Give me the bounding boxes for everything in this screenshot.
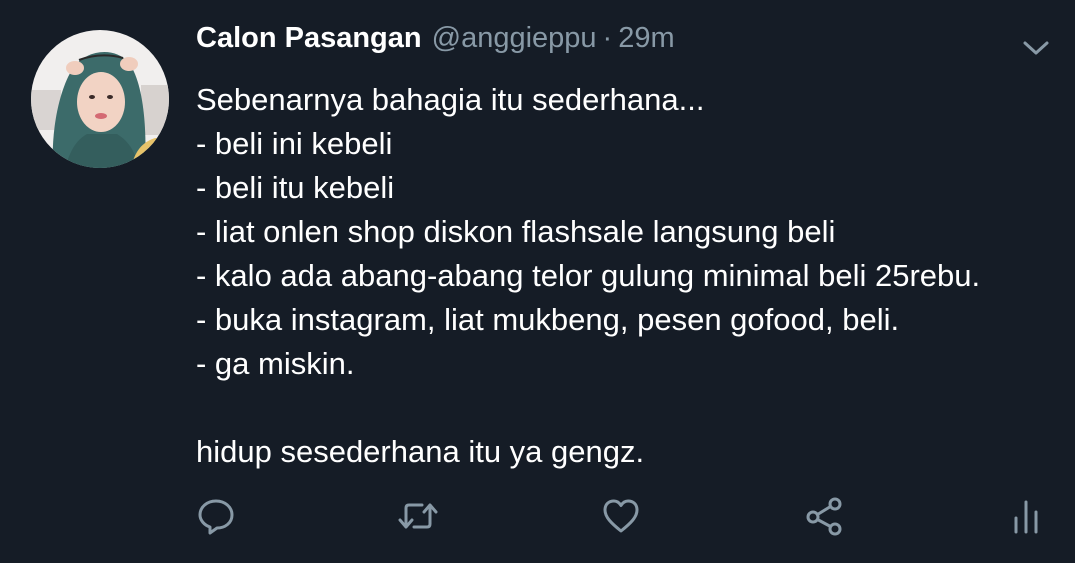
tweet-text-line: - beli itu kebeli bbox=[196, 170, 395, 205]
like-icon[interactable] bbox=[599, 494, 643, 538]
reply-icon[interactable] bbox=[194, 494, 238, 538]
tweet-text-line: - beli ini kebeli bbox=[196, 126, 393, 161]
tweet-text-line: - buka instagram, liat mukbeng, pesen go… bbox=[196, 302, 900, 337]
analytics-icon[interactable] bbox=[1004, 494, 1048, 538]
separator-dot: · bbox=[602, 22, 613, 54]
tweet-text-line: Sebenarnya bahagia itu sederhana... bbox=[196, 82, 705, 117]
author-name[interactable]: Calon Pasangan bbox=[196, 22, 422, 55]
tweet-actions bbox=[0, 494, 1075, 544]
tweet-text-line: - liat onlen shop diskon flashsale langs… bbox=[196, 214, 836, 249]
author-handle[interactable]: @anggieppu bbox=[432, 22, 597, 55]
tweet-text: Sebenarnya bahagia itu sederhana... - be… bbox=[196, 78, 1066, 474]
timestamp[interactable]: 29m bbox=[618, 22, 674, 55]
tweet-text-line: - kalo ada abang-abang telor gulung mini… bbox=[196, 258, 981, 293]
share-icon[interactable] bbox=[802, 494, 846, 538]
chevron-down-icon[interactable] bbox=[1019, 36, 1053, 60]
tweet-header: Calon Pasangan @anggieppu · 29m bbox=[196, 22, 675, 66]
avatar[interactable] bbox=[31, 30, 169, 168]
retweet-icon[interactable] bbox=[396, 494, 440, 538]
tweet-text-line: hidup sesederhana itu ya gengz. bbox=[196, 434, 645, 469]
avatar-image bbox=[31, 30, 169, 168]
tweet-card[interactable]: Calon Pasangan @anggieppu · 29m Sebenarn… bbox=[0, 0, 1075, 563]
tweet-text-line: - ga miskin. bbox=[196, 346, 355, 381]
